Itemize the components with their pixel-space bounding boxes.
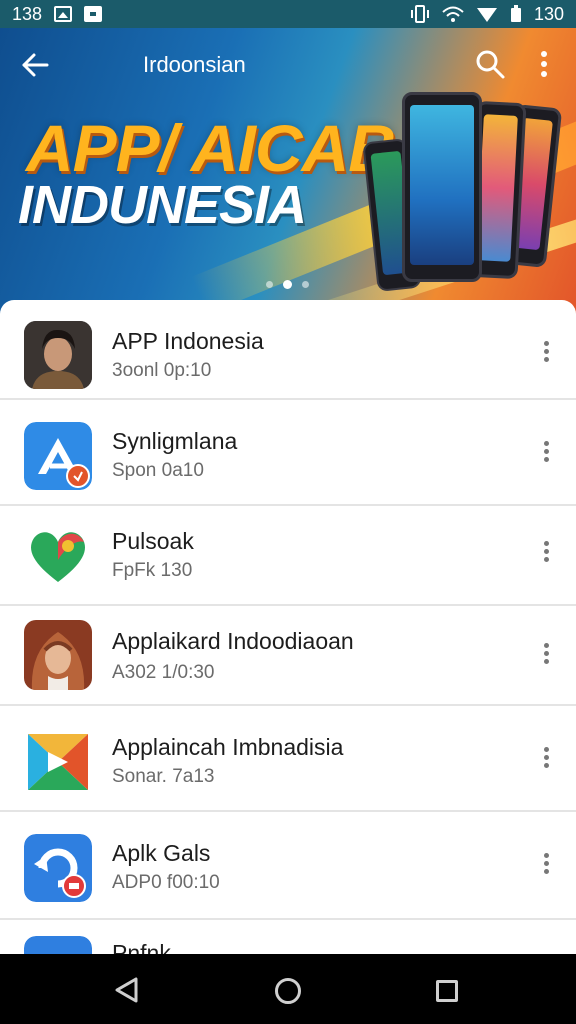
blue-sync-app-icon xyxy=(24,834,92,902)
status-time: 138 xyxy=(12,3,43,24)
phones-illustration xyxy=(360,88,576,318)
more-vert-icon[interactable] xyxy=(536,438,556,466)
signal-icon xyxy=(476,8,497,22)
app-subtitle: ADP0 f00:10 xyxy=(112,872,220,893)
more-vert-icon[interactable] xyxy=(536,640,556,668)
arrow-left-icon[interactable] xyxy=(18,48,52,82)
download-icon xyxy=(84,6,103,22)
app-name: Pnfnk xyxy=(112,940,171,954)
carousel-dot[interactable] xyxy=(302,281,309,288)
app-list: APP Indonesia 3oonl 0p:10 Synligmlana Sp… xyxy=(0,300,576,954)
portrait-man-icon xyxy=(24,321,92,389)
nav-recents-icon[interactable] xyxy=(436,980,458,1002)
image-icon xyxy=(54,6,73,22)
wifi-icon xyxy=(442,6,464,22)
multicolor-play-icon xyxy=(24,728,92,796)
app-name: Synligmlana xyxy=(112,428,238,454)
blue-partial-app-icon xyxy=(24,936,92,954)
page-title: Irdoonsian xyxy=(143,52,246,77)
more-vert-icon[interactable] xyxy=(536,338,556,366)
carousel-dot[interactable] xyxy=(266,281,273,288)
status-bar: 138 130 xyxy=(0,0,576,28)
status-right: 130 xyxy=(410,4,564,25)
battery-icon xyxy=(510,5,521,22)
app-name: Pulsoak xyxy=(112,528,194,554)
nav-back-icon[interactable] xyxy=(114,976,140,1004)
vibrate-icon xyxy=(410,5,429,23)
system-nav-bar xyxy=(0,954,576,1024)
more-vert-icon[interactable] xyxy=(536,538,556,566)
status-left: 138 xyxy=(12,3,103,25)
app-name: Applaincah Imbnadisia xyxy=(112,734,344,760)
carousel-indicator xyxy=(266,280,309,289)
top-app-bar: Irdoonsian xyxy=(0,28,576,102)
portrait-woman-hijab-icon xyxy=(24,620,92,690)
list-item[interactable]: Applaincah Imbnadisia Sonar. 7a13 xyxy=(0,708,576,812)
app-subtitle: 3oonl 0p:10 xyxy=(112,360,212,381)
app-name: APP Indonesia xyxy=(112,328,264,354)
search-icon[interactable] xyxy=(474,48,506,80)
nav-home-icon[interactable] xyxy=(275,978,301,1004)
hero-banner[interactable]: Irdoonsian APP/ AICAB INDUNESIA xyxy=(0,28,576,320)
list-item[interactable]: Pulsoak FpFk 130 xyxy=(0,506,576,606)
more-vert-icon[interactable] xyxy=(536,744,556,772)
battery-level: 130 xyxy=(533,3,564,24)
blue-a-app-icon xyxy=(24,422,92,490)
list-item[interactable]: Applaikard Indoodiaoan A302 1/0:30 xyxy=(0,606,576,706)
more-vert-icon[interactable] xyxy=(532,48,556,80)
banner-subheadline: INDUNESIA xyxy=(18,175,307,235)
list-item[interactable]: Pnfnk xyxy=(0,922,576,954)
app-subtitle: Sonar. 7a13 xyxy=(112,766,215,787)
app-name: Applaikard Indoodiaoan xyxy=(112,628,354,654)
list-item[interactable]: APP Indonesia 3oonl 0p:10 xyxy=(0,300,576,400)
carousel-dot-active[interactable] xyxy=(283,280,292,289)
app-subtitle: Spon 0a10 xyxy=(112,460,204,481)
list-item[interactable]: Aplk Gals ADP0 f00:10 xyxy=(0,814,576,920)
green-heart-pin-icon xyxy=(24,520,92,588)
app-subtitle: A302 1/0:30 xyxy=(112,662,215,683)
app-subtitle: FpFk 130 xyxy=(112,560,193,581)
more-vert-icon[interactable] xyxy=(536,850,556,878)
list-item[interactable]: Synligmlana Spon 0a10 xyxy=(0,406,576,506)
app-name: Aplk Gals xyxy=(112,840,211,866)
